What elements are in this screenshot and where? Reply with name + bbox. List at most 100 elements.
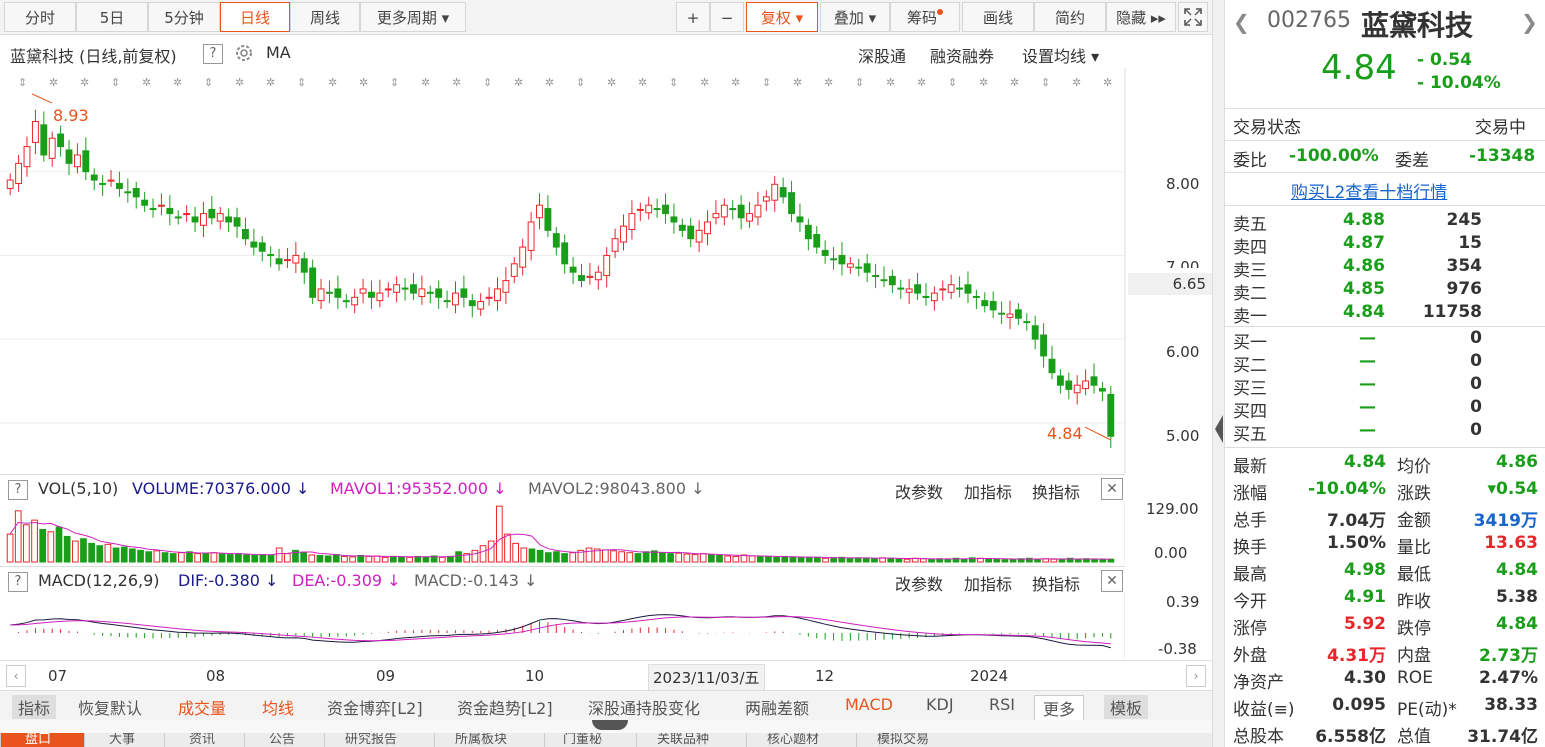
candle-body	[317, 288, 325, 302]
chips-button[interactable]: 筹码	[890, 2, 960, 32]
vol-close-icon[interactable]: ✕	[1101, 478, 1123, 500]
tab-intraday[interactable]: 分时	[4, 2, 76, 32]
event-marker-icon[interactable]: ✲	[638, 76, 647, 89]
vol-help-icon[interactable]: ?	[8, 479, 28, 500]
event-marker-icon[interactable]: ✲	[731, 76, 740, 89]
event-marker-icon[interactable]: ✲	[1103, 76, 1112, 89]
ma-indicator-button[interactable]: 均线	[262, 695, 294, 719]
event-marker-icon[interactable]: ⇕	[762, 76, 771, 89]
volume-bar	[438, 556, 446, 563]
more-periods-dropdown[interactable]: 更多周期 ▾	[360, 2, 466, 32]
macd-help-icon[interactable]: ?	[8, 571, 28, 592]
prev-stock-icon[interactable]: ❮	[1233, 10, 1250, 34]
event-marker-icon[interactable]: ✲	[235, 76, 244, 89]
scroll-right-icon[interactable]: ›	[1186, 665, 1206, 687]
zoom-out-button[interactable]: −	[710, 2, 744, 32]
volume-indicator-button[interactable]: 成交量	[178, 695, 226, 719]
kdj-button[interactable]: KDJ	[926, 695, 954, 714]
tab-5day[interactable]: 5日	[76, 2, 148, 32]
more-button[interactable]: 更多	[1034, 695, 1085, 721]
tab-secretary[interactable]: 门董秘	[544, 733, 636, 747]
tab-weekly[interactable]: 周线	[290, 2, 360, 32]
event-marker-icon[interactable]: ✲	[266, 76, 275, 89]
macd-button[interactable]: MACD	[845, 695, 893, 714]
event-marker-icon[interactable]: ✲	[824, 76, 833, 89]
set-ma-dropdown[interactable]: 设置均线 ▾	[1022, 43, 1099, 67]
candlestick-chart[interactable]: ⇕ ✲ ✲ ⇕ ✲ ✲ ⇕ ✲ ✲ ⇕ ✲ ✲ ⇕ ✲ ✲ ⇕ ✲ ✲ ⇕ ✲ ✲ ⇕ ✲ ✲ ⇕ ✲ ✲ ⇕ ✲ ✲ ⇕ ✲ ✲ ⇕ ✲ ✲	[0, 68, 1212, 473]
event-marker-icon[interactable]: ⇕	[204, 76, 213, 89]
buy-l2-link[interactable]: 购买L2查看十档行情	[1291, 178, 1447, 203]
collapse-handle-icon[interactable]	[592, 720, 628, 730]
fullscreen-icon[interactable]	[1178, 2, 1208, 32]
settings-gear-icon[interactable]	[233, 42, 255, 68]
event-marker-icon[interactable]: ⇕	[576, 76, 585, 89]
volume-bar	[1099, 559, 1107, 563]
event-marker-icon[interactable]: ✲	[514, 76, 523, 89]
tab-events[interactable]: 大事	[84, 733, 164, 747]
hide-button[interactable]: 隐藏 ▸▸	[1106, 2, 1176, 32]
event-marker-icon[interactable]: ✲	[49, 76, 58, 89]
event-marker-icon[interactable]: ✲	[421, 76, 430, 89]
event-marker-icon[interactable]: ⇕	[18, 76, 27, 89]
tab-related[interactable]: 关联品种	[636, 733, 746, 747]
collapse-arrow-icon[interactable]	[1215, 415, 1223, 443]
event-marker-icon[interactable]: ✲	[142, 76, 151, 89]
macd-close-icon[interactable]: ✕	[1101, 570, 1123, 592]
event-marker-icon[interactable]: ⇕	[669, 76, 678, 89]
event-marker-icon[interactable]: ⇕	[297, 76, 306, 89]
scroll-left-icon[interactable]: ‹	[6, 665, 26, 687]
buy-level-volume: 0	[1470, 420, 1482, 440]
fund-game-button[interactable]: 资金博弈[L2]	[327, 695, 423, 719]
rsi-button[interactable]: RSI	[989, 695, 1015, 714]
hk-holding-button[interactable]: 深股通持股变化	[588, 695, 700, 719]
tab-5min[interactable]: 5分钟	[148, 2, 220, 32]
event-marker-icon[interactable]: ⇕	[1041, 76, 1050, 89]
zoom-in-button[interactable]: +	[676, 2, 710, 32]
adjust-dropdown[interactable]: 复权 ▾	[746, 2, 818, 32]
margin-diff-button[interactable]: 两融差额	[745, 695, 809, 719]
event-marker-icon[interactable]: ✲	[359, 76, 368, 89]
draw-button[interactable]: 画线	[962, 2, 1034, 32]
help-icon[interactable]: ?	[203, 43, 223, 64]
event-marker-icon[interactable]: ✲	[452, 76, 461, 89]
next-stock-icon[interactable]: ❯	[1521, 10, 1538, 34]
tab-themes[interactable]: 核心题材	[746, 733, 856, 747]
event-marker-icon[interactable]: ⇕	[948, 76, 957, 89]
event-marker-icon[interactable]: ✲	[917, 76, 926, 89]
event-marker-icon[interactable]: ✲	[80, 76, 89, 89]
event-marker-icon[interactable]: ✲	[545, 76, 554, 89]
event-marker-icon[interactable]: ✲	[173, 76, 182, 89]
volume-bar	[251, 554, 259, 563]
event-marker-icon[interactable]: ✲	[1010, 76, 1019, 89]
indicator-button[interactable]: 指标	[12, 695, 57, 719]
overlay-dropdown[interactable]: 叠加 ▾	[820, 2, 890, 32]
simple-button[interactable]: 简约	[1034, 2, 1106, 32]
event-marker-icon[interactable]: ✲	[1072, 76, 1081, 89]
event-marker-icon[interactable]: ✲	[328, 76, 337, 89]
ma-indicator-label[interactable]: MA	[266, 43, 291, 62]
link-margin[interactable]: 融资融券	[930, 43, 994, 67]
event-marker-icon[interactable]: ✲	[607, 76, 616, 89]
event-marker-icon[interactable]: ✲	[979, 76, 988, 89]
event-marker-icon[interactable]: ⇕	[855, 76, 864, 89]
template-button[interactable]: 模板	[1104, 695, 1149, 719]
event-marker-icon[interactable]: ✲	[793, 76, 802, 89]
event-marker-icon[interactable]: ⇕	[111, 76, 120, 89]
fund-trend-button[interactable]: 资金趋势[L2]	[457, 695, 553, 719]
reset-default-button[interactable]: 恢复默认	[78, 695, 142, 719]
event-marker-icon[interactable]: ✲	[700, 76, 709, 89]
tab-research[interactable]: 研究报告	[324, 733, 434, 747]
tab-announcements[interactable]: 公告	[244, 733, 324, 747]
tab-panel[interactable]: 盘口	[0, 733, 84, 747]
tab-sectors[interactable]: 所属板块	[434, 733, 544, 747]
tab-daily[interactable]: 日线	[220, 2, 290, 32]
event-marker-icon[interactable]: ⇕	[390, 76, 399, 89]
splitter[interactable]	[0, 720, 1212, 733]
candle-body	[1048, 358, 1056, 374]
event-marker-icon[interactable]: ⇕	[483, 76, 492, 89]
tab-simulate[interactable]: 模拟交易	[856, 733, 966, 747]
link-hk-connect[interactable]: 深股通	[858, 43, 906, 67]
volume-bar	[634, 553, 642, 563]
tab-news[interactable]: 资讯	[164, 733, 244, 747]
event-marker-icon[interactable]: ✲	[886, 76, 895, 89]
